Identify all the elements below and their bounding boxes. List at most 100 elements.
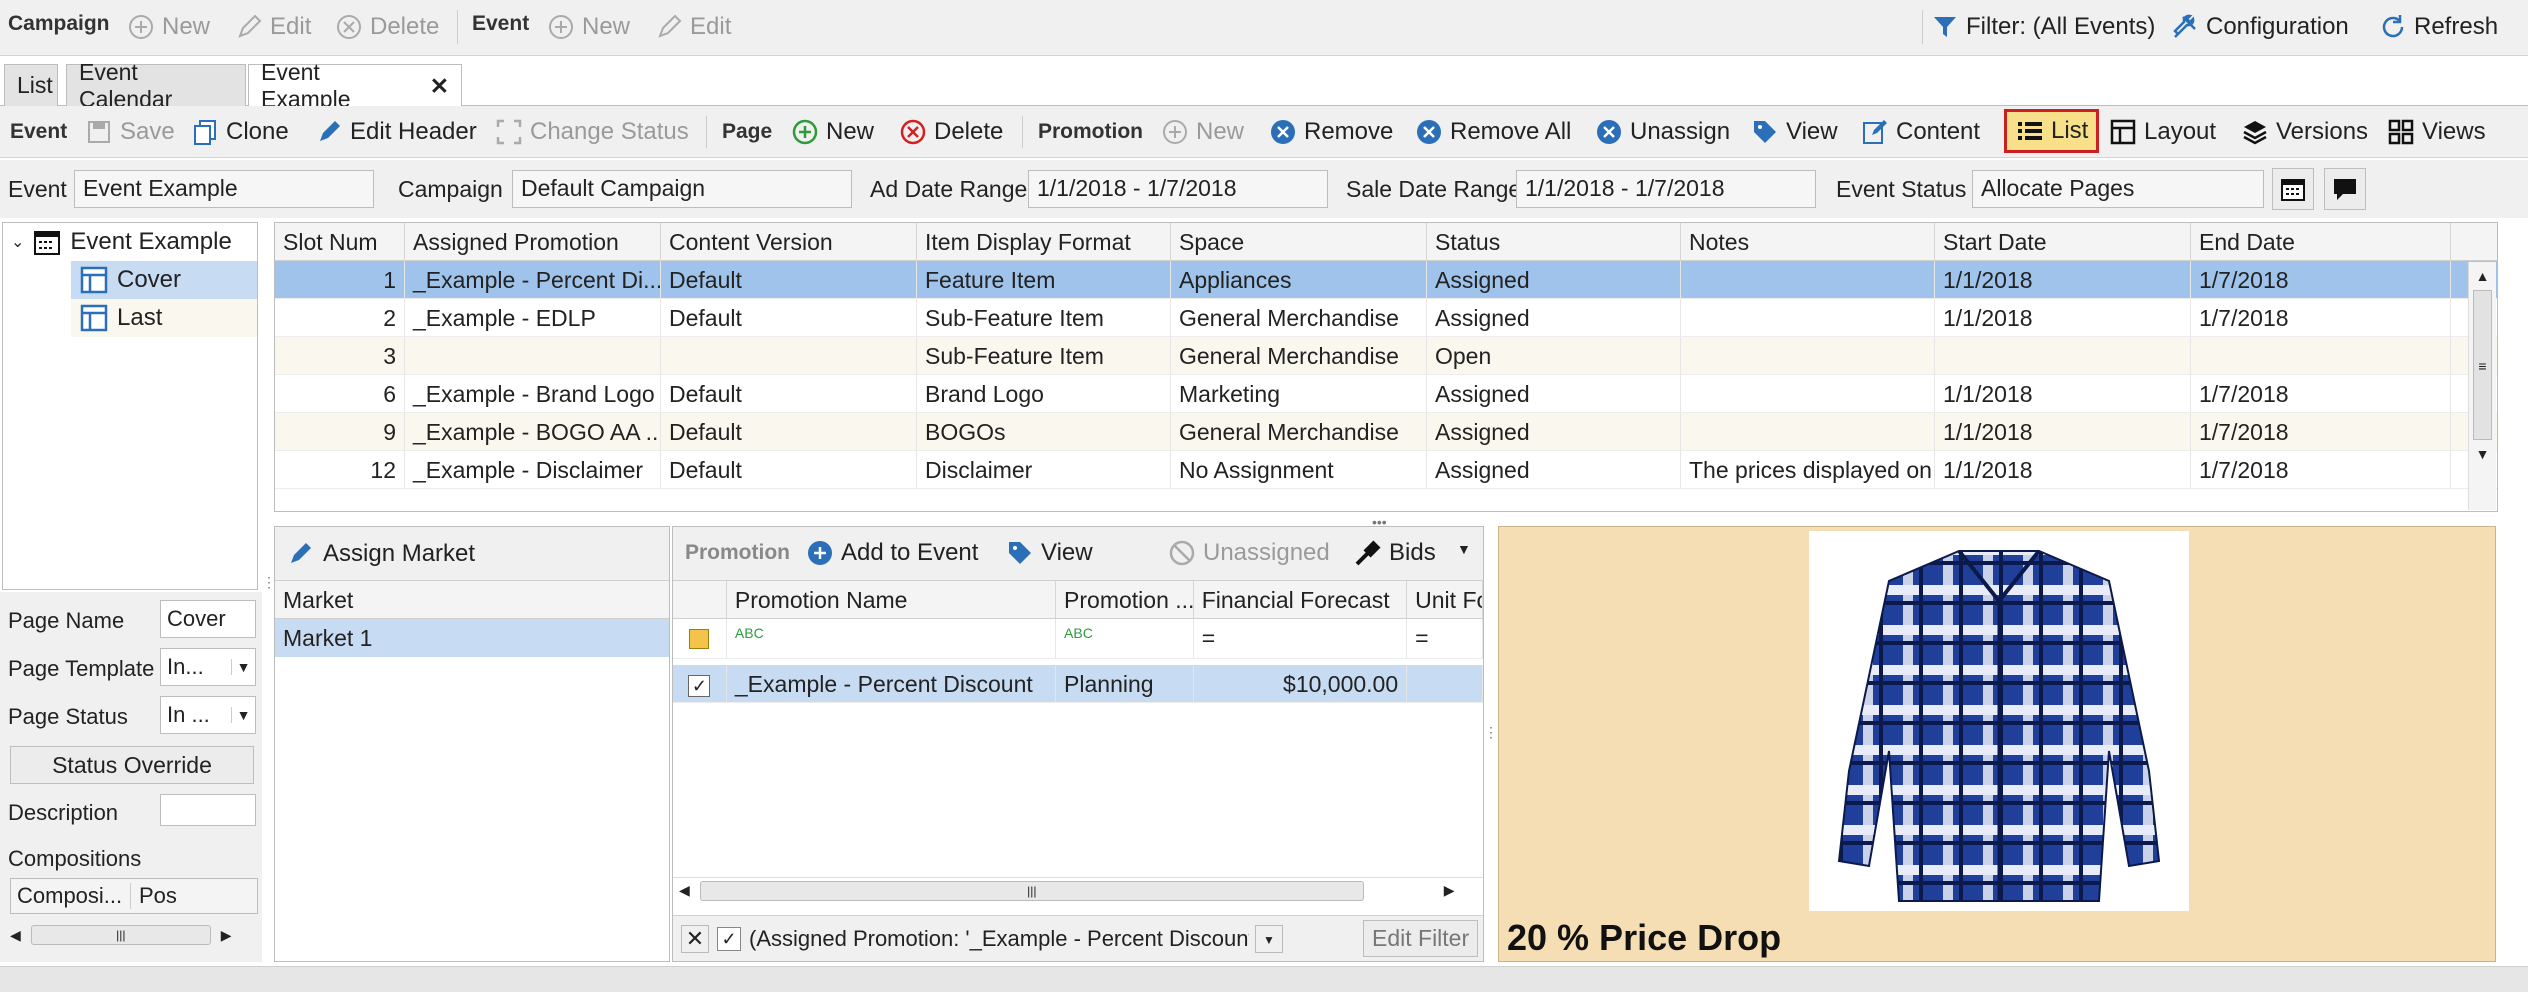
scroll-thumb[interactable]: |||	[699, 880, 1364, 901]
layout-button[interactable]: Layout	[2108, 117, 2216, 147]
table-row[interactable]: 1 _Example - Percent Di... Default Feature …	[275, 261, 2497, 299]
checkbox-icon[interactable]: ✓	[688, 675, 711, 697]
list-view-button[interactable]: List	[2004, 109, 2100, 153]
page-delete-button[interactable]: Delete	[898, 117, 1003, 147]
table-row[interactable]: ✓ _Example - Percent Discount Planning $10,…	[673, 665, 1483, 703]
column-header[interactable]: End Date	[2191, 223, 2451, 260]
position-column[interactable]: Pos	[131, 883, 177, 909]
tab-list[interactable]: List	[4, 64, 58, 106]
scroll-thumb[interactable]: |||	[30, 925, 211, 945]
filter-toggle-icon[interactable]	[689, 628, 710, 649]
event-new-button[interactable]: New	[546, 12, 630, 42]
comment-button[interactable]	[2324, 168, 2366, 210]
tree-root[interactable]: ⌄ Event Example	[3, 223, 257, 261]
clear-filter-icon[interactable]: ✕	[681, 924, 709, 953]
dropdown-arrow-icon[interactable]: ▼	[231, 707, 255, 723]
versions-button[interactable]: Versions	[2240, 117, 2368, 147]
column-header[interactable]: Slot Num	[275, 223, 405, 260]
tab-event-example[interactable]: Event Example ✕	[248, 59, 462, 112]
text-filter-icon[interactable]: ABC	[727, 619, 1057, 658]
scroll-right-icon[interactable]: ▶	[221, 927, 232, 944]
promotion-hscrollbar[interactable]: ◀ ||| ▶	[673, 877, 1483, 903]
status-override-button[interactable]: Status Override	[10, 746, 254, 784]
edit-header-button[interactable]: Edit Header	[314, 117, 477, 147]
column-header[interactable]: Promotion ...	[1056, 581, 1194, 618]
dropdown-arrow-icon[interactable]: ▼	[231, 659, 255, 675]
ad-date-field[interactable]: 1/1/2018 - 1/7/2018	[1028, 170, 1328, 208]
campaign-new-button[interactable]: New	[126, 12, 210, 42]
add-to-event-button[interactable]: Add to Event	[805, 538, 978, 568]
splitter-handle[interactable]: ⋮	[1484, 724, 1498, 741]
campaign-field[interactable]: Default Campaign	[512, 170, 852, 208]
collapse-icon[interactable]: ⌄	[11, 232, 24, 252]
filter-enabled-checkbox[interactable]: ✓	[717, 926, 741, 951]
slots-scrollbar[interactable]: ▲ ≡ ▼	[2468, 262, 2496, 510]
column-header[interactable]: Start Date	[1935, 223, 2191, 260]
page-status-select[interactable]: In ... ▼	[160, 696, 256, 734]
filter-equals[interactable]: =	[1407, 619, 1483, 658]
compositions-scrollbar[interactable]: ◀ ||| ▶	[10, 922, 258, 948]
event-edit-button[interactable]: Edit	[654, 12, 731, 42]
table-row[interactable]: 9 _Example - BOGO AA ... Default BOGOs Gener…	[275, 413, 2497, 451]
filter-button[interactable]: Filter: (All Events)	[1930, 12, 2155, 42]
configuration-button[interactable]: Configuration	[2170, 12, 2349, 42]
filter-equals[interactable]: =	[1194, 619, 1408, 658]
column-header[interactable]: Assigned Promotion	[405, 223, 661, 260]
views-button[interactable]: Views	[2386, 117, 2486, 147]
column-header[interactable]: Financial Forecast	[1194, 581, 1408, 618]
unassign-button[interactable]: Unassign	[1594, 117, 1730, 147]
content-button[interactable]: Content	[1860, 117, 1980, 147]
save-button[interactable]: Save	[84, 117, 175, 147]
remove-button[interactable]: Remove	[1268, 117, 1393, 147]
view-button[interactable]: View	[1750, 117, 1838, 147]
bids-button[interactable]: Bids	[1353, 538, 1436, 568]
scroll-left-icon[interactable]: ◀	[679, 882, 690, 899]
text-filter-icon[interactable]: ABC	[1056, 619, 1194, 658]
campaign-edit-button[interactable]: Edit	[234, 12, 311, 42]
assign-market-button[interactable]: Assign Market	[275, 527, 669, 581]
event-name-field[interactable]: Event Example	[74, 170, 374, 208]
table-row[interactable]: 3 Sub-Feature Item General Merchandise Open	[275, 337, 2497, 375]
campaign-delete-button[interactable]: Delete	[334, 12, 439, 42]
column-header[interactable]: Unit Fo	[1407, 581, 1483, 618]
column-header[interactable]: Notes	[1681, 223, 1935, 260]
column-header[interactable]: Status	[1427, 223, 1681, 260]
column-header[interactable]: Item Display Format	[917, 223, 1171, 260]
column-header[interactable]: Content Version	[661, 223, 917, 260]
splitter-handle[interactable]: •••	[1372, 514, 1387, 530]
calendar-button[interactable]	[2272, 168, 2314, 210]
splitter-handle[interactable]: ⋮	[262, 574, 276, 591]
row-checkbox[interactable]: ✓	[673, 665, 727, 702]
scroll-right-icon[interactable]: ▶	[1444, 882, 1455, 899]
sale-date-field[interactable]: 1/1/2018 - 1/7/2018	[1516, 170, 1816, 208]
unassigned-button[interactable]: Unassigned	[1167, 538, 1330, 568]
remove-all-button[interactable]: Remove All	[1414, 117, 1571, 147]
change-status-button[interactable]: Change Status	[494, 117, 689, 147]
table-row[interactable]: 6 _Example - Brand Logo Default Brand Logo M…	[275, 375, 2497, 413]
compositions-column[interactable]: Composi...	[11, 883, 131, 909]
market-row[interactable]: Market 1	[275, 619, 669, 657]
column-header[interactable]: Space	[1171, 223, 1427, 260]
close-tab-icon[interactable]: ✕	[430, 73, 449, 100]
scroll-up-icon[interactable]: ▲	[2469, 268, 2496, 284]
page-new-button[interactable]: New	[790, 117, 874, 147]
tree-item-last[interactable]: Last	[71, 299, 257, 337]
tree-item-cover[interactable]: Cover	[71, 261, 257, 299]
column-header[interactable]: Promotion Name	[727, 581, 1057, 618]
scroll-thumb[interactable]: ≡	[2473, 290, 2492, 440]
table-row[interactable]: 2 _Example - EDLP Default Sub-Feature Item G…	[275, 299, 2497, 337]
scroll-down-icon[interactable]: ▼	[2469, 446, 2496, 462]
market-column-header[interactable]: Market	[275, 581, 669, 619]
refresh-button[interactable]: Refresh	[2378, 12, 2498, 42]
more-dropdown-icon[interactable]: ▼	[1457, 541, 1471, 557]
page-name-field[interactable]: Cover	[160, 600, 256, 638]
edit-filter-button[interactable]: Edit Filter	[1363, 920, 1479, 957]
page-template-select[interactable]: In... ▼	[160, 648, 256, 686]
promotion-new-button[interactable]: New	[1160, 117, 1244, 147]
event-status-field[interactable]: Allocate Pages	[1972, 170, 2264, 208]
clone-button[interactable]: Clone	[190, 117, 289, 147]
tab-event-calendar[interactable]: Event Calendar	[66, 59, 246, 112]
promotion-view-button[interactable]: View	[1005, 538, 1093, 568]
table-row[interactable]: 12 _Example - Disclaimer Default Disclaimer…	[275, 451, 2497, 489]
scroll-left-icon[interactable]: ◀	[10, 927, 21, 944]
